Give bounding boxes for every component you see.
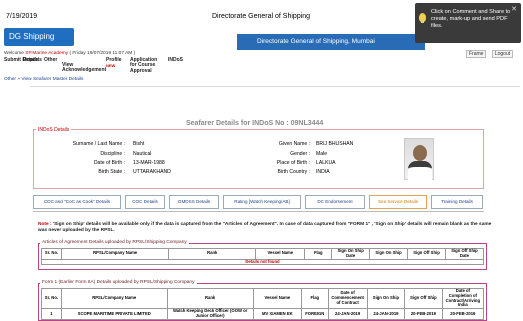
menu-other[interactable]: Other [44, 57, 57, 63]
pob-label: Place of Birth : [276, 160, 310, 166]
menu-profile-label: Profile [106, 57, 122, 63]
cell-company: SCOPE MARITIME PRIVATE LIMITED [60, 308, 168, 320]
frame-button[interactable]: Frame [466, 50, 487, 58]
header-title: Directorate General of Shipping [212, 13, 311, 20]
menu-profile[interactable]: Profile NEW [106, 57, 122, 70]
tab-training[interactable]: Training Details [431, 195, 483, 209]
note-text: 'Sign on Ship' details will be available… [38, 222, 492, 233]
col-sr-no: Sr. No. [40, 248, 63, 260]
tab-dc-endorsement[interactable]: DC Endorsement [305, 195, 365, 209]
col-flag: Flag [304, 248, 333, 260]
tab-gmdss[interactable]: GMDSS Details [169, 195, 219, 209]
gender-value: Male [316, 151, 328, 157]
pob-value: LALKUA [316, 160, 336, 166]
cell-sr-no: 1 [41, 308, 62, 320]
col-rank: Rank [168, 248, 257, 260]
birth-country-label: Birth Country : [277, 169, 310, 175]
session-datetime: ( Friday 19/07/2019 11:07 AM ) [69, 51, 136, 56]
details-tabs: CDC and "CoC as Cook" Details COC Detail… [33, 195, 484, 211]
tab-rating-watch-keeping[interactable]: Rating [Watch Keeping/AB] [223, 195, 301, 209]
header-date: 7/19/2019 [6, 13, 38, 20]
articles-header-row: Sr. No. RPSL/Company Name Rank Vessel Na… [40, 248, 485, 260]
articles-title: Articles of Agreement Details uploaded b… [40, 240, 189, 245]
col-sign-off-ship: Sign Off Ship [404, 287, 443, 310]
frame-logout-links: Frame Logout [466, 50, 517, 58]
menu-indos[interactable]: INDoS [168, 57, 183, 63]
col-rank: Rank [166, 287, 254, 310]
menu-reports[interactable]: Reports [23, 57, 42, 63]
form1-title: Form 1 (Earlier Form IIA) Details upload… [40, 280, 197, 285]
photo-head [413, 145, 427, 161]
col-commencement: Date of Commencement of Contract [327, 287, 368, 310]
col-company: RPSL/Company Name [61, 248, 170, 260]
banner-title: Directorate General of Shipping, Mumbai [237, 34, 425, 50]
welcome-prefix: Welcome [4, 51, 24, 56]
cell-vessel: MV XIAMEN EK [252, 308, 303, 320]
cell-rank: Watch Keeping Deck Officer (OOW or Junio… [166, 308, 254, 320]
discipline-label: Discipline : [100, 151, 125, 157]
table-row: 1 SCOPE MARITIME PRIVATE LIMITED Watch K… [41, 308, 485, 320]
dg-shipping-logo[interactable]: DG Shipping [4, 28, 74, 46]
indos-details-legend: INDoS Details [36, 127, 72, 133]
sign-on-note: Note : 'Sign on Ship' details will be av… [38, 222, 493, 234]
col-flag: Flag [301, 287, 329, 310]
col-sr-no: Sr. No. [41, 287, 62, 310]
tabs-divider [33, 211, 484, 212]
col-sign-off-ship: Sign Off Ship [407, 248, 446, 260]
col-sign-on-date: Sign On Ship Date [331, 248, 371, 260]
user-name: SP.Marine Academy [25, 51, 69, 56]
col-vessel: Vessel Name [255, 248, 306, 260]
tooltip-text: Click on Comment and Share to create, ma… [431, 9, 511, 29]
form1-header-row: Sr. No. RPSL/Company Name Rank Vessel Na… [41, 287, 485, 310]
welcome-line: Welcome SP.Marine Academy ( Friday 19/07… [4, 51, 135, 56]
menu-submit-details[interactable]: Submit Details [4, 57, 39, 63]
menu-view-acknowledgement[interactable]: View Acknowledgement [62, 62, 106, 74]
logout-button[interactable]: Logout [491, 50, 514, 58]
tab-cdc-coc-cook[interactable]: CDC and "CoC as Cook" Details [33, 195, 121, 209]
breadcrumb[interactable]: Other » View Seafarer Master Details [4, 77, 83, 82]
divider [30, 86, 520, 87]
surname-value: Bisht [133, 141, 145, 147]
note-prefix: Note : [38, 222, 52, 227]
details-not-found: Details not found [41, 258, 484, 266]
col-completion: Date of Completion of Contract/Arriving … [441, 287, 485, 310]
dob-label: Date of Birth : [93, 160, 125, 166]
col-sign-on-ship: Sign On Ship [369, 248, 409, 260]
birth-state-label: Birth State : [98, 169, 125, 175]
col-sign-on-ship: Sign On Ship [366, 287, 406, 310]
birth-state-value: UTTARAKHAND [133, 169, 171, 175]
seafarer-photo [404, 138, 434, 181]
cell-sign-on: 24-JAN-2019 [366, 308, 406, 320]
cell-completion: 20-FEB-2019 [441, 308, 485, 320]
photo-shirt [408, 161, 432, 181]
tab-sea-service[interactable]: Sea Service Details [369, 195, 427, 209]
cell-sign-off: 20-FEB-2019 [404, 308, 443, 320]
form1-table: Sr. No. RPSL/Company Name Rank Vessel Na… [41, 287, 485, 320]
new-badge: NEW [106, 63, 116, 69]
articles-empty-row: Details not found [41, 258, 484, 266]
col-vessel: Vessel Name [252, 287, 303, 310]
acrobat-tooltip[interactable]: Click on Comment and Share to create, ma… [415, 3, 521, 43]
dob-value: 13-MAR-1988 [133, 160, 165, 166]
given-name-value: BRIJ BHUSHAN [316, 141, 354, 147]
page: 7/19/2019 Directorate General of Shippin… [0, 0, 523, 321]
col-company: RPSL/Company Name [60, 287, 168, 310]
cell-flag: FOREIGN [301, 308, 329, 320]
lightbulb-icon [419, 13, 426, 23]
menu-application-course-approval[interactable]: Application for Course Approval [130, 57, 164, 74]
surname-label: Surname / Last Name : [72, 141, 125, 147]
given-name-label: Given Name : [278, 141, 310, 147]
gender-label: Gender : [290, 151, 310, 157]
col-sign-off-date: Sign Off Ship Date [444, 248, 485, 260]
page-title: Seafarer Details for INDoS No : 09NL3444 [186, 120, 324, 127]
tab-coc[interactable]: COC Details [125, 195, 165, 209]
cell-commencement: 24-JAN-2019 [327, 308, 368, 320]
birth-country-value: INDIA [316, 169, 330, 175]
discipline-value: Nautical [133, 151, 152, 157]
articles-table: Sr. No. RPSL/Company Name Rank Vessel Na… [40, 248, 485, 266]
close-icon[interactable]: ✕ [511, 6, 517, 13]
